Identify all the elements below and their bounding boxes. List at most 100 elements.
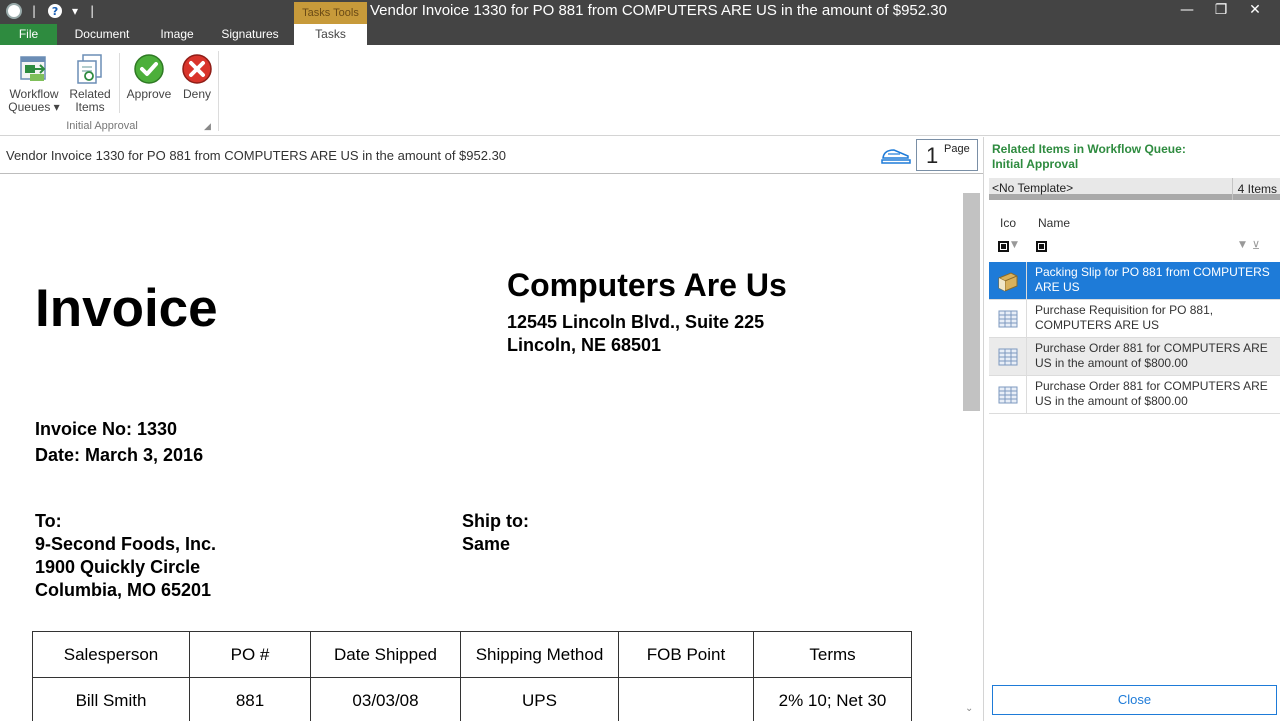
ribbon: Workflow Queues ▾ Related Items Approve … — [0, 45, 1280, 136]
window-title: Vendor Invoice 1330 for PO 881 from COMP… — [370, 2, 947, 19]
approve-button[interactable]: Approve — [124, 53, 174, 101]
restore-button[interactable]: ❐ — [1204, 0, 1238, 22]
stapler-icon[interactable] — [880, 145, 912, 165]
invoice-date: Date: March 3, 2016 — [35, 445, 204, 465]
deny-x-icon — [182, 54, 212, 84]
deny-label: Deny — [182, 87, 211, 101]
close-window-button[interactable]: ✕ — [1238, 0, 1272, 22]
ribbon-group-divider — [218, 51, 219, 131]
table-header-cell: Shipping Method — [460, 631, 619, 678]
page-indicator[interactable]: 1 Page — [916, 139, 978, 171]
tab-signatures[interactable]: Signatures — [212, 24, 288, 45]
tab-tasks[interactable]: Tasks — [294, 24, 367, 45]
contextual-tab-group-label: Tasks Tools — [294, 2, 367, 24]
vertical-scrollbar-thumb[interactable] — [963, 193, 980, 411]
company-address-line-2: Lincoln, NE 68501 — [507, 335, 662, 355]
invoice-number: Invoice No: 1330 — [35, 419, 178, 439]
company-name: Computers Are Us — [507, 267, 787, 303]
item-icon-cell — [989, 338, 1027, 376]
invoice-table-header-row: Salesperson PO # Date Shipped Shipping M… — [32, 631, 912, 678]
filter-dropdown-icon[interactable]: ▼ — [1239, 240, 1246, 250]
close-button[interactable]: Close — [992, 685, 1277, 715]
table-cell: Bill Smith — [32, 677, 190, 721]
quick-access-toolbar: | ? ▾ | — [6, 3, 106, 19]
related-items-list: Packing Slip for PO 881 from COMPUTERS A… — [989, 262, 1280, 414]
document-grid-icon — [998, 386, 1018, 404]
qa-separator: | — [32, 4, 37, 18]
dialog-launcher-icon[interactable]: ◢ — [204, 122, 211, 132]
related-items-icon — [77, 54, 102, 84]
qa-dropdown-icon[interactable]: ▾ — [72, 4, 78, 18]
ribbon-divider — [119, 53, 120, 113]
tab-image[interactable]: Image — [148, 24, 206, 45]
package-icon — [998, 272, 1018, 292]
approve-check-icon — [134, 54, 164, 84]
document-grid-icon — [998, 310, 1018, 328]
column-headers: Ico Name — [989, 213, 1280, 233]
document-viewer[interactable]: Invoice Computers Are Us 12545 Lincoln B… — [0, 175, 983, 721]
list-item-label: Packing Slip for PO 881 from COMPUTERS A… — [1035, 265, 1270, 294]
window-controls: — ❐ ✕ — [1170, 0, 1272, 22]
filter-sort-icon[interactable]: ▼ — [1011, 240, 1018, 250]
table-header-cell: Terms — [753, 631, 912, 678]
invoice-table: Salesperson PO # Date Shipped Shipping M… — [32, 631, 912, 721]
table-cell: UPS — [460, 677, 619, 721]
column-header-name[interactable]: Name — [1038, 216, 1070, 230]
qa-separator-2: | — [90, 4, 95, 18]
filter-checkbox-icon[interactable] — [998, 241, 1009, 252]
invoice-table-row: Bill Smith 881 03/03/08 UPS 2% 10; Net 3… — [32, 677, 912, 721]
workflow-queues-button[interactable]: Workflow Queues ▾ — [6, 53, 62, 114]
template-bar[interactable]: <No Template> 4 Items — [989, 178, 1280, 200]
list-item[interactable]: Purchase Requisition for PO 881, COMPUTE… — [989, 300, 1280, 338]
scroll-down-arrow-icon[interactable]: ⌄ — [965, 703, 973, 714]
workflow-queues-icon — [20, 56, 46, 81]
invoice-heading: Invoice — [35, 279, 218, 338]
document-grid-icon — [998, 348, 1018, 366]
related-items-label-2: Items — [75, 100, 105, 114]
app-logo-icon[interactable] — [6, 3, 22, 19]
to-label: To: — [35, 511, 62, 531]
list-item[interactable]: Purchase Order 881 for COMPUTERS ARE US … — [989, 338, 1280, 376]
table-cell — [618, 677, 754, 721]
tab-file[interactable]: File — [0, 24, 57, 45]
list-item[interactable]: Packing Slip for PO 881 from COMPUTERS A… — [989, 262, 1280, 300]
table-cell: 881 — [189, 677, 311, 721]
workflow-queues-label-2: Queues ▾ — [8, 100, 60, 114]
item-count: 4 Items — [1232, 178, 1280, 200]
filter-row: ▼ ▼ ⊻ — [989, 237, 1280, 259]
filter-checkbox-name[interactable] — [1036, 241, 1047, 252]
to-line-1: 9-Second Foods, Inc. — [35, 534, 217, 554]
related-items-button[interactable]: Related Items — [66, 53, 114, 114]
list-item[interactable]: Purchase Order 881 for COMPUTERS ARE US … — [989, 376, 1280, 414]
to-line-3: Columbia, MO 65201 — [35, 580, 212, 600]
ship-to-value: Same — [462, 534, 511, 554]
document-header: Vendor Invoice 1330 for PO 881 from COMP… — [0, 137, 983, 174]
title-bar: | ? ▾ | Tasks Tools Vendor Invoice 1330 … — [0, 0, 1280, 45]
table-header-cell: PO # — [189, 631, 311, 678]
column-header-icon[interactable]: Ico — [1000, 216, 1016, 230]
table-cell: 2% 10; Net 30 — [753, 677, 912, 721]
deny-button[interactable]: Deny — [178, 53, 216, 101]
to-line-2: 1900 Quickly Circle — [35, 557, 201, 577]
ribbon-group-label: Initial Approval — [66, 120, 138, 132]
table-cell: 03/03/08 — [310, 677, 461, 721]
document-title: Vendor Invoice 1330 for PO 881 from COMP… — [6, 148, 507, 163]
table-header-cell: Date Shipped — [310, 631, 461, 678]
ship-to-label: Ship to: — [462, 511, 529, 531]
list-item-label: Purchase Requisition for PO 881, COMPUTE… — [1035, 303, 1214, 332]
table-header-cell: FOB Point — [618, 631, 754, 678]
tab-document[interactable]: Document — [62, 24, 142, 45]
page-number: 1 — [926, 143, 939, 168]
item-icon-cell — [989, 262, 1027, 300]
page-label: Page — [944, 143, 970, 155]
related-panel-title: Related Items in Workflow Queue: Initial… — [992, 142, 1186, 172]
list-item-label: Purchase Order 881 for COMPUTERS ARE US … — [1035, 379, 1268, 408]
related-panel-title-line-2: Initial Approval — [992, 157, 1079, 171]
help-icon[interactable]: ? — [48, 4, 63, 18]
minimize-button[interactable]: — — [1170, 0, 1204, 22]
item-icon-cell — [989, 300, 1027, 338]
list-item-label: Purchase Order 881 for COMPUTERS ARE US … — [1035, 341, 1268, 370]
related-panel-title-line-1: Related Items in Workflow Queue: — [992, 142, 1186, 156]
clear-filter-icon[interactable]: ⊻ — [1252, 239, 1260, 252]
company-address-line-1: 12545 Lincoln Blvd., Suite 225 — [507, 312, 765, 332]
